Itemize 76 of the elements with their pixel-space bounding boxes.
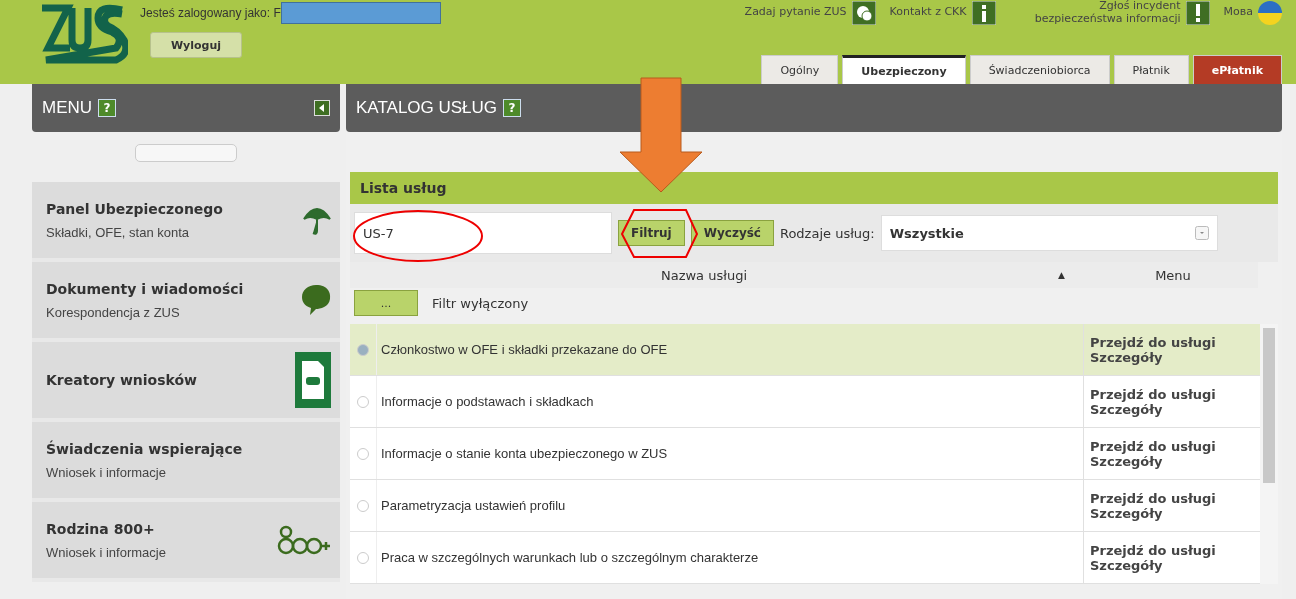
radio-button[interactable] — [357, 447, 369, 460]
help-icon[interactable]: ? — [98, 99, 117, 117]
details-link[interactable]: Szczegóły — [1090, 349, 1260, 365]
filter-button[interactable]: Filtruj — [618, 220, 685, 246]
header-link[interactable]: Zadaj pytanie ZUS — [744, 0, 876, 25]
sort-indicator[interactable]: ▲ — [1058, 270, 1088, 280]
service-row[interactable]: Praca w szczególnych warunkach lub o szczególnym charakterze Przejdź do usługi Szczegóły — [350, 532, 1260, 584]
service-name: Członkostwo w OFE i składki przekazane do OFE — [380, 341, 669, 359]
filter-toggle-button[interactable]: ... — [354, 290, 418, 316]
collapse-icon[interactable] — [314, 100, 330, 116]
service-name: Parametryzacja ustawień profilu — [380, 497, 567, 515]
speech-bubble-icon — [300, 283, 332, 317]
menu-item-title: Rodzina 800+ — [46, 520, 156, 537]
go-to-service-link[interactable]: Przejdź do usługi — [1090, 542, 1260, 558]
logged-in-label: Jesteś zalogowany jako: F — [140, 6, 281, 20]
document-icon — [294, 351, 332, 409]
go-to-service-link[interactable]: Przejdź do usługi — [1090, 490, 1260, 506]
menu-item-subtitle: Składki, OFE, stan konta — [46, 224, 191, 240]
go-to-service-link[interactable]: Przejdź do usługi — [1090, 334, 1260, 350]
info-icon — [971, 0, 996, 25]
menu-item-subtitle: Wniosek i informacje — [46, 544, 167, 560]
catalog-title: KATALOG USŁUG — [356, 98, 498, 118]
nav-tab[interactable]: ePłatnik — [1192, 55, 1282, 84]
logout-button[interactable]: Wyloguj — [150, 32, 242, 58]
rodzina-800-logo — [276, 524, 332, 556]
help-icon[interactable]: ? — [503, 99, 522, 117]
nav-tab[interactable]: Ubezpieczony — [842, 55, 966, 84]
menu-item-title: Świadczenia wspierające — [46, 440, 244, 457]
radio-button[interactable] — [357, 343, 369, 356]
menu-item[interactable]: Dokumenty i wiadomości Korespondencja z ZUS — [32, 262, 340, 342]
menu-item-subtitle: Wniosek i informacje — [46, 464, 167, 480]
service-name: Praca w szczególnych warunkach lub o szczególnym charakterze — [380, 549, 760, 567]
column-header: Menu — [1154, 267, 1192, 283]
details-link[interactable]: Szczegóły — [1090, 505, 1260, 521]
scroll-up-button[interactable] — [135, 144, 237, 162]
type-dropdown[interactable]: Wszystkie — [880, 215, 1218, 251]
chat-icon — [851, 0, 876, 25]
menu-item-title: Kreatory wniosków — [46, 372, 199, 388]
menu-item-title: Panel Ubezpieczonego — [46, 200, 224, 217]
ukraine-flag-icon — [1258, 0, 1282, 25]
go-to-service-link[interactable]: Przejdź do usługi — [1090, 438, 1260, 454]
header-link[interactable]: Мова — [1223, 0, 1282, 25]
search-field[interactable]: US-7 — [354, 212, 612, 254]
column-header[interactable]: Nazwa usługi — [350, 267, 1058, 283]
menu-item[interactable]: Kreatory wniosków — [32, 342, 340, 422]
caret-icon — [1195, 226, 1209, 240]
menu-item[interactable]: Panel Ubezpieczonego Składki, OFE, stan konta — [32, 182, 340, 262]
header-link[interactable]: Kontakt z CKK — [889, 0, 996, 25]
menu-title: MENU — [42, 98, 93, 118]
menu-item-title: Dokumenty i wiadomości — [46, 280, 245, 297]
details-link[interactable]: Szczegóły — [1090, 401, 1260, 417]
service-row[interactable]: Parametryzacja ustawień profilu Przejdź do usługi Szczegóły — [350, 480, 1260, 532]
menu-item[interactable]: Świadczenia wspierające Wniosek i informacje — [32, 422, 340, 502]
clear-button[interactable]: Wyczyść — [690, 220, 774, 246]
service-row[interactable]: Członkostwo w OFE i składki przekazane do OFE Przejdź do usługi Szczegóły — [350, 324, 1260, 376]
service-name: Informacje o podstawach i składkach — [380, 393, 595, 411]
scrollbar[interactable] — [1260, 324, 1278, 584]
nav-tab[interactable]: Świadczeniobiorca — [969, 55, 1110, 84]
list-title: Lista usług — [350, 172, 1278, 204]
details-link[interactable]: Szczegóły — [1090, 453, 1260, 469]
radio-button[interactable] — [357, 395, 369, 408]
menu-item-subtitle: Korespondencja z ZUS — [46, 304, 181, 320]
radio-button[interactable] — [357, 499, 369, 512]
nav-tab[interactable]: Płatnik — [1113, 55, 1189, 84]
details-link[interactable]: Szczegóły — [1090, 557, 1260, 573]
go-to-service-link[interactable]: Przejdź do usługi — [1090, 386, 1260, 402]
service-row[interactable]: Informacje o podstawach i składkach Przejdź do usługi Szczegóły — [350, 376, 1260, 428]
filter-status: Filtr wyłączony — [432, 295, 529, 311]
nav-tab[interactable]: Ogólny — [761, 55, 839, 84]
menu-item[interactable]: Rodzina 800+ Wniosek i informacje — [32, 502, 340, 582]
service-name: Informacje o stanie konta ubezpieczonego w ZUS — [380, 445, 669, 463]
exclamation-icon — [1185, 0, 1210, 25]
type-label: Rodzaje usług: — [779, 225, 875, 241]
service-row[interactable]: Informacje o stanie konta ubezpieczonego w ZUS Przejdź do usługi Szczegóły — [350, 428, 1260, 480]
radio-button[interactable] — [357, 551, 369, 564]
header-link[interactable]: Zgłoś incydent bezpieczeństwa informacji — [1009, 0, 1210, 26]
